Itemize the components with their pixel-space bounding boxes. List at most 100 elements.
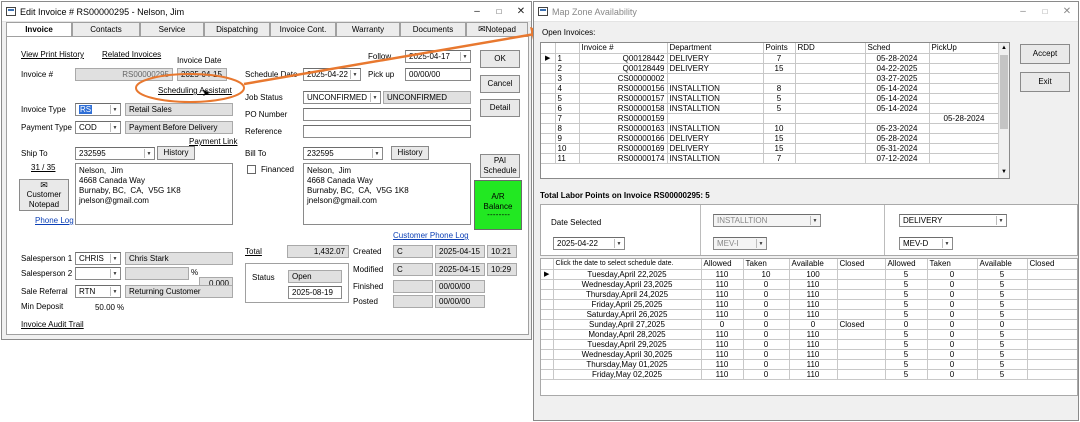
schedule-row[interactable]: Friday,May 02,2025 110 0 110 5 0 5 <box>541 369 1077 380</box>
row-selector[interactable] <box>541 133 556 144</box>
exit-button[interactable]: Exit <box>1020 72 1070 92</box>
table-row[interactable]: 2 Q00128449 DELIVERY 15 04-22-2025 <box>541 63 1000 74</box>
minimize-icon[interactable]: – <box>1012 6 1034 18</box>
table-cell <box>1027 349 1077 360</box>
scroll-up-icon[interactable]: ▲ <box>999 43 1009 54</box>
table-cell: 6 <box>555 103 580 114</box>
table-cell <box>1027 329 1077 340</box>
table-row[interactable]: 7 RS00000159 05-28-2024 <box>541 113 1000 124</box>
zone2-value: MEV-D <box>903 239 929 248</box>
chevron-down-icon[interactable]: ▼ <box>942 239 951 248</box>
schedule-row[interactable]: Thursday,April 24,2025 110 0 110 5 0 5 <box>541 289 1077 300</box>
table-row[interactable]: 9 RS00000166 DELIVERY 15 05-28-2024 <box>541 133 1000 144</box>
column-header: Closed <box>1027 259 1077 270</box>
column-header[interactable]: Department <box>667 43 764 54</box>
table-row[interactable]: ▶ 1 Q00128442 DELIVERY 7 05-28-2024 <box>541 53 1000 64</box>
schedule-date-cell[interactable]: Thursday,April 24,2025 <box>553 289 702 300</box>
row-selector[interactable] <box>541 143 556 154</box>
schedule-date-cell[interactable]: Wednesday,April 23,2025 <box>553 279 702 290</box>
table-cell: 0 <box>743 369 790 380</box>
scroll-thumb[interactable] <box>1000 55 1008 129</box>
zone2-select[interactable]: MEV-D ▼ <box>899 237 953 250</box>
column-header[interactable]: RDD <box>795 43 866 54</box>
row-selector[interactable] <box>541 63 556 74</box>
schedule-date-cell[interactable]: Sunday,April 27,2025 <box>553 319 702 330</box>
close-icon[interactable]: ✕ <box>1056 6 1078 18</box>
column-header[interactable]: Sched <box>865 43 930 54</box>
table-cell: 110 <box>789 299 838 310</box>
schedule-date-cell[interactable]: Tuesday,April 29,2025 <box>553 339 702 350</box>
row-selector[interactable] <box>541 369 554 380</box>
table-row[interactable]: 10 RS00000169 DELIVERY 15 05-31-2024 <box>541 143 1000 154</box>
schedule-date-cell[interactable]: Friday,April 25,2025 <box>553 299 702 310</box>
table-row[interactable]: 8 RS00000163 INSTALLTION 10 05-23-2024 <box>541 123 1000 134</box>
schedule-date-cell[interactable]: Wednesday,April 30,2025 <box>553 349 702 360</box>
chevron-down-icon[interactable]: ▼ <box>756 239 765 248</box>
chevron-down-icon[interactable]: ▼ <box>810 216 819 225</box>
schedule-row[interactable]: Friday,April 25,2025 110 0 110 5 0 5 <box>541 299 1077 310</box>
schedule-date-cell[interactable]: Friday,May 02,2025 <box>553 369 702 380</box>
map-zone-window: Map Zone Availability – □ ✕ Open Invoice… <box>533 1 1079 421</box>
table-cell: Q00128449 <box>579 63 668 74</box>
date-selected-field[interactable]: 2025-04-22 ▼ <box>553 237 625 250</box>
open-invoices-scrollbar[interactable]: ▲ ▼ <box>998 43 1009 178</box>
row-pointer-icon[interactable]: ▶ <box>541 53 556 64</box>
schedule-row[interactable]: Monday,April 28,2025 110 0 110 5 0 5 <box>541 329 1077 340</box>
schedule-date-cell[interactable]: Tuesday,April 22,2025 <box>553 269 702 280</box>
row-selector[interactable] <box>541 153 556 164</box>
table-cell: 0 <box>885 319 928 330</box>
table-row[interactable]: 3 CS00000002 03-27-2025 <box>541 73 1000 84</box>
table-cell <box>795 53 866 64</box>
row-selector[interactable] <box>541 359 554 370</box>
table-cell <box>865 113 930 124</box>
table-row[interactable]: 6 RS00000158 INSTALLTION 5 05-14-2024 <box>541 103 1000 114</box>
row-selector[interactable] <box>541 93 556 104</box>
row-selector[interactable] <box>541 329 554 340</box>
row-selector[interactable] <box>541 83 556 94</box>
table-cell <box>837 269 886 280</box>
row-selector[interactable] <box>541 73 556 84</box>
column-header[interactable]: Points <box>763 43 796 54</box>
schedule-date-cell[interactable]: Monday,April 28,2025 <box>553 329 702 340</box>
table-cell: 100 <box>789 269 838 280</box>
column-header[interactable]: PickUp <box>929 43 1000 54</box>
schedule-row[interactable]: Tuesday,April 29,2025 110 0 110 5 0 5 <box>541 339 1077 350</box>
schedule-row[interactable]: Sunday,April 27,2025 0 0 0 Closed 0 0 0 <box>541 319 1077 330</box>
schedule-row[interactable]: Wednesday,April 30,2025 110 0 110 5 0 5 <box>541 349 1077 360</box>
row-selector[interactable] <box>541 113 556 124</box>
row-selector[interactable] <box>541 279 554 290</box>
chevron-down-icon[interactable]: ▼ <box>996 216 1005 225</box>
table-cell: 03-27-2025 <box>865 73 930 84</box>
schedule-row[interactable]: Saturday,April 26,2025 110 0 110 5 0 5 <box>541 309 1077 320</box>
schedule-date-cell[interactable]: Saturday,April 26,2025 <box>553 309 702 320</box>
schedule-date-cell[interactable]: Thursday,May 01,2025 <box>553 359 702 370</box>
row-selector[interactable] <box>541 339 554 350</box>
row-selector[interactable] <box>541 289 554 300</box>
dept1-select[interactable]: INSTALLTION ▼ <box>713 214 821 227</box>
table-cell: 0 <box>701 319 744 330</box>
row-selector[interactable] <box>541 349 554 360</box>
maximize-icon[interactable]: □ <box>1034 6 1056 18</box>
row-pointer-icon[interactable]: ▶ <box>541 269 554 280</box>
schedule-row[interactable]: Wednesday,April 23,2025 110 0 110 5 0 5 <box>541 279 1077 290</box>
row-selector[interactable] <box>541 309 554 320</box>
table-cell: 10 <box>743 269 790 280</box>
scroll-down-icon[interactable]: ▼ <box>999 167 1009 178</box>
row-selector[interactable] <box>541 103 556 114</box>
row-selector[interactable] <box>541 123 556 134</box>
dept2-select[interactable]: DELIVERY ▼ <box>899 214 1007 227</box>
highlight-circle <box>135 73 245 103</box>
table-row[interactable]: 11 RS00000174 INSTALLTION 7 07-12-2024 <box>541 153 1000 164</box>
dept2-section: DELIVERY ▼ MEV-D ▼ <box>885 205 1077 255</box>
table-row[interactable]: 5 RS00000157 INSTALLTION 5 05-14-2024 <box>541 93 1000 104</box>
zone1-select[interactable]: MEV-I ▼ <box>713 237 767 250</box>
table-row[interactable]: 4 RS00000156 INSTALLTION 8 05-14-2024 <box>541 83 1000 94</box>
schedule-row[interactable]: Thursday,May 01,2025 110 0 110 5 0 5 <box>541 359 1077 370</box>
row-selector[interactable] <box>541 299 554 310</box>
schedule-row[interactable]: ▶ Tuesday,April 22,2025 110 10 100 5 0 5 <box>541 269 1077 280</box>
table-cell: INSTALLTION <box>667 93 764 104</box>
column-header[interactable]: Invoice # <box>579 43 668 54</box>
accept-button[interactable]: Accept <box>1020 44 1070 64</box>
row-selector[interactable] <box>541 319 554 330</box>
chevron-down-icon[interactable]: ▼ <box>614 239 623 248</box>
